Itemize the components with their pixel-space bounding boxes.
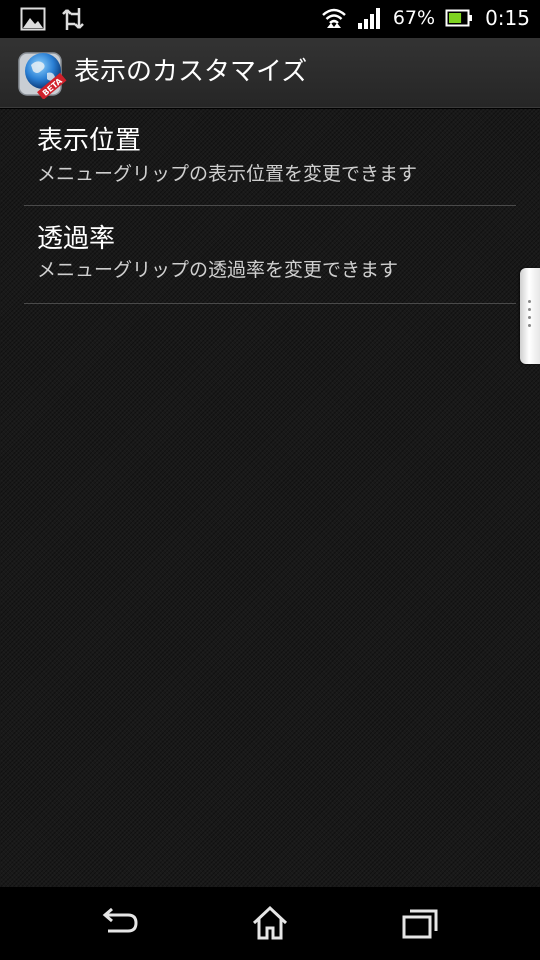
grip-dots-icon — [528, 300, 532, 332]
gallery-icon — [20, 7, 46, 31]
battery-icon — [445, 9, 473, 27]
pref-summary: メニューグリップの表示位置を変更できます — [37, 163, 418, 185]
navigation-bar — [0, 887, 540, 960]
pref-item-transparency[interactable]: 透過率 メニューグリップの透過率を変更できます — [24, 207, 516, 304]
data-sync-icon — [62, 8, 84, 30]
signal-icon — [357, 8, 380, 29]
screen: 67% 0:15 BETA 表示のカスタマイズ 表示位置 メニューグリップの表示… — [0, 0, 540, 960]
action-bar: BETA 表示のカスタマイズ — [0, 38, 540, 108]
battery-percent: 67% — [392, 7, 436, 29]
back-icon[interactable] — [98, 903, 142, 943]
pref-item-position[interactable]: 表示位置 メニューグリップの表示位置を変更できます — [24, 109, 516, 206]
page-title: 表示のカスタマイズ — [74, 57, 308, 87]
pref-summary: メニューグリップの透過率を変更できます — [37, 259, 399, 281]
pref-title: 表示位置 — [37, 126, 142, 156]
clock: 0:15 — [485, 6, 530, 30]
divider — [24, 303, 516, 304]
home-icon[interactable] — [248, 903, 292, 943]
wifi-icon — [322, 8, 346, 28]
menu-grip-handle[interactable] — [520, 268, 540, 364]
status-bar: 67% 0:15 — [0, 0, 540, 38]
recent-apps-icon[interactable] — [398, 903, 442, 943]
system-icons: 67% 0:15 — [321, 5, 530, 31]
globe-beta-icon[interactable]: BETA — [17, 49, 67, 99]
notification-icons — [20, 6, 84, 32]
divider — [24, 205, 516, 206]
pref-title: 透過率 — [37, 224, 116, 254]
preference-list: 表示位置 メニューグリップの表示位置を変更できます 透過率 メニューグリップの透… — [0, 109, 540, 887]
